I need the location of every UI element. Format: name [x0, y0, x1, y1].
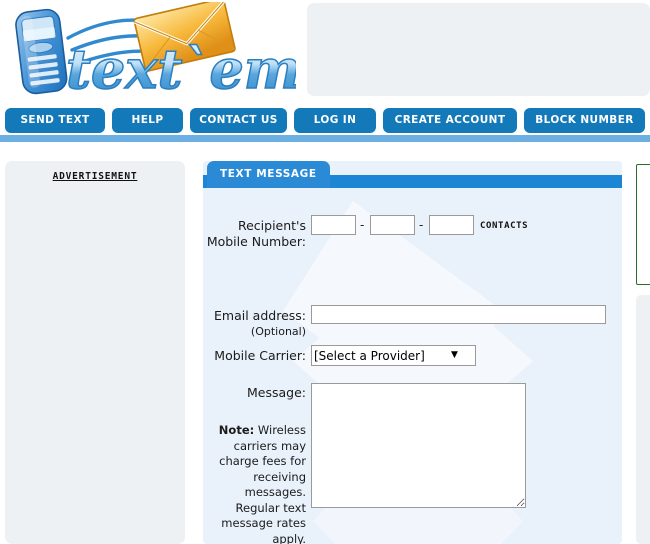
main-navigation: SEND TEXT HELP CONTACT US LOG IN CREATE …	[0, 106, 650, 135]
field-row-message: Message: Note: Wireless carriers may cha…	[203, 383, 622, 544]
advertisement-panel: ADVERTISEMENT	[5, 161, 185, 544]
logo-wordmark: text`em	[66, 37, 296, 101]
text-message-panel: TEXT MESSAGE Recipient's Mobile Number: …	[203, 161, 622, 544]
field-row-email: Email address: (Optional)	[203, 283, 622, 338]
note-text: Wireless carriers may charge fees for re…	[219, 423, 306, 544]
carrier-select[interactable]: [Select a Provider]	[311, 345, 476, 366]
panel-tabbar: TEXT MESSAGE	[203, 161, 622, 188]
carrier-fee-note: Note: Wireless carriers may charge fees …	[203, 423, 306, 544]
nav-item-block-number[interactable]: BLOCK NUMBER	[524, 108, 645, 133]
note-title: Note:	[218, 423, 255, 437]
site-logo[interactable]: text`em	[6, 2, 296, 102]
nav-item-help[interactable]: HELP	[112, 108, 183, 133]
site-header: text`em	[0, 0, 650, 106]
recipient-label: Recipient's Mobile Number:	[206, 218, 306, 249]
field-row-recipient: Recipient's Mobile Number: - - CONTACTS	[203, 213, 622, 283]
recipient-prefix-input[interactable]	[370, 215, 415, 235]
email-label-text: Email address:	[214, 308, 306, 323]
message-textarea[interactable]	[311, 383, 526, 508]
email-input[interactable]	[311, 305, 606, 324]
phone-separator-2: -	[419, 218, 424, 232]
nav-item-create-account[interactable]: CREATE ACCOUNT	[383, 108, 517, 133]
email-label: Email address: (Optional)	[203, 308, 306, 340]
right-ad-panel	[636, 295, 650, 544]
recipient-line-number-input[interactable]	[429, 215, 474, 235]
recipient-area-code-input[interactable]	[311, 215, 356, 235]
tab-text-message[interactable]: TEXT MESSAGE	[207, 161, 330, 188]
nav-item-send-text[interactable]: SEND TEXT	[5, 108, 105, 133]
contacts-link[interactable]: CONTACTS	[480, 221, 528, 231]
header-banner-slot	[307, 3, 650, 96]
field-row-carrier: Mobile Carrier: [Select a Provider] ▼	[203, 338, 622, 383]
nav-item-contact-us[interactable]: CONTACT US	[190, 108, 287, 133]
phone-separator-1: -	[360, 218, 365, 232]
nav-accent-strip	[0, 135, 650, 142]
advertisement-label: ADVERTISEMENT	[52, 171, 138, 182]
right-promo-box	[636, 164, 650, 285]
message-label: Message:	[247, 385, 306, 400]
carrier-label: Mobile Carrier:	[214, 348, 306, 363]
logo-graphic: text`em	[15, 2, 296, 102]
nav-item-log-in[interactable]: LOG IN	[294, 108, 376, 133]
